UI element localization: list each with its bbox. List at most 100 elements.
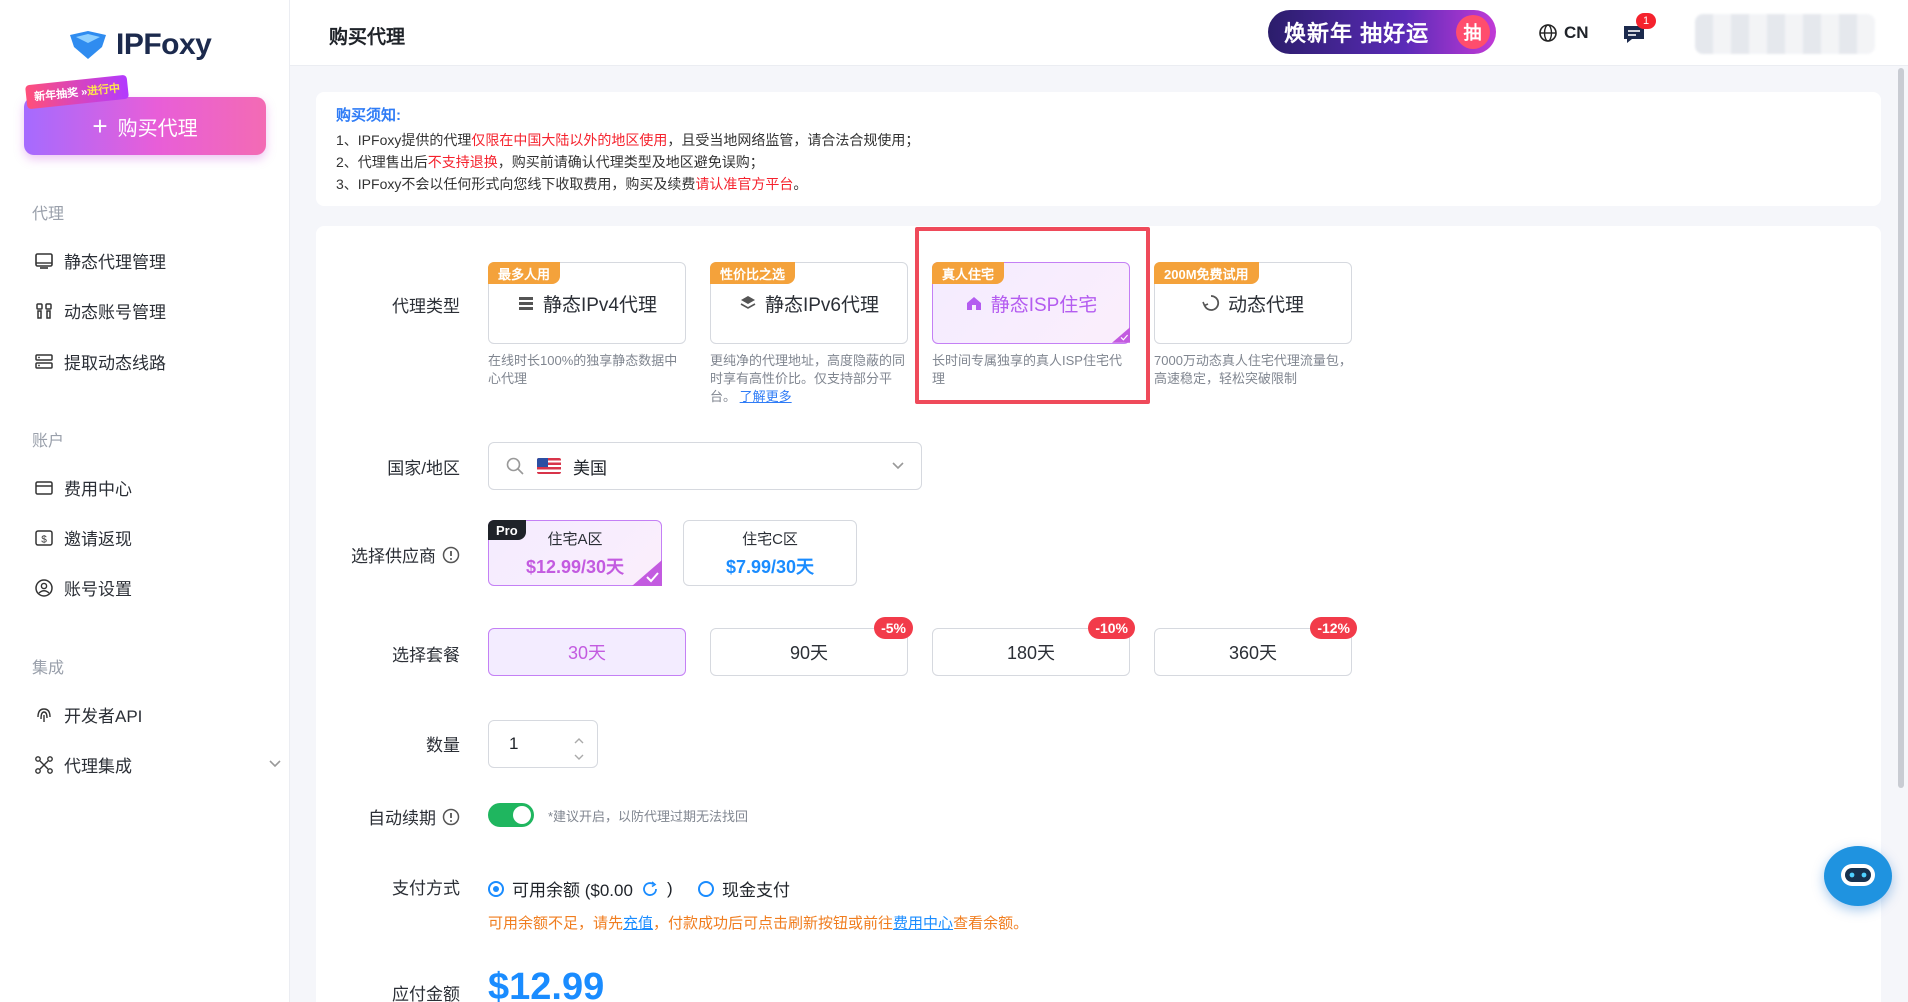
layers-icon	[740, 296, 756, 309]
type-card-isp-residential[interactable]: 真人住宅 静态ISP住宅	[932, 262, 1130, 344]
label-quantity: 数量	[426, 736, 460, 755]
message-count-badge: 1	[1636, 13, 1656, 29]
nav-item-dynamic-account[interactable]: 动态账号管理	[34, 298, 166, 323]
nav-item-label: 静态代理管理	[64, 253, 166, 272]
notice-text: 。	[793, 176, 808, 192]
country-select[interactable]: 美国	[488, 442, 922, 490]
top-header: 购买代理 焕新年 抽好运 抽 CN 1	[290, 0, 1908, 66]
chevron-up-icon[interactable]	[573, 731, 585, 744]
label-country: 国家/地区	[387, 459, 460, 478]
label-plan: 选择套餐	[392, 646, 460, 665]
info-icon[interactable]	[442, 808, 460, 826]
payment-cash-label: 现金支付	[722, 881, 790, 900]
support-chat-button[interactable]	[1824, 846, 1892, 906]
chevron-down-icon	[892, 462, 904, 470]
logo-icon	[70, 31, 106, 59]
home-icon	[966, 297, 981, 310]
label-provider: 选择供应商	[310, 542, 460, 567]
type-tag: 200M免费试用	[1154, 262, 1259, 284]
learn-more-link[interactable]: 了解更多	[740, 389, 792, 404]
chat-bot-icon	[1841, 864, 1875, 886]
auto-renew-hint: *建议开启，以防代理过期无法找回	[548, 809, 749, 824]
language-switcher[interactable]: CN	[1538, 23, 1589, 43]
nav-item-extract-lines[interactable]: 提取动态线路	[34, 349, 166, 374]
warn-text: 可用余额不足，请先	[488, 915, 624, 932]
plan-label: 90天	[789, 643, 829, 663]
label-auto-renew: 自动续期	[310, 804, 460, 829]
notice-red-text: 仅限在中国大陆以外的地区使用	[471, 132, 668, 148]
nav-item-billing[interactable]: 费用中心	[34, 475, 132, 500]
sidebar: IPFoxy 新年抽奖 » 进行中 + 购买代理 代理 静态代理管理 动态账号管…	[0, 0, 290, 1002]
promo-tag-highlight: 进行中	[86, 82, 121, 98]
country-value: 美国	[573, 458, 607, 478]
recharge-link[interactable]: 充值	[623, 915, 653, 932]
auto-renew-toggle[interactable]	[488, 803, 534, 827]
info-icon[interactable]	[442, 546, 460, 564]
purchase-notice: 购买须知: 1、IPFoxy提供的代理仅限在中国大陆以外的地区使用，且受当地网络…	[316, 92, 1881, 206]
credit-card-icon	[35, 480, 53, 495]
promo-draw-badge: 抽	[1456, 15, 1490, 49]
type-tag: 性价比之选	[710, 262, 796, 284]
globe-icon	[1539, 24, 1557, 42]
type-tag: 最多人用	[488, 262, 561, 284]
quantity-stepper[interactable]: 1	[488, 720, 598, 768]
selected-check-icon	[1112, 327, 1130, 343]
promo-tag-text: 新年抽奖 »	[33, 85, 88, 104]
label-auto-renew-text: 自动续期	[368, 809, 436, 828]
plan-label: 360天	[1228, 643, 1278, 663]
notice-text: 3、IPFoxy不会以任何形式向您线下收取费用，购买及续费	[336, 176, 696, 192]
user-icon	[35, 578, 53, 597]
nav-item-referral[interactable]: $ 邀请返现	[34, 525, 132, 550]
discount-badge: -12%	[1310, 617, 1357, 639]
quantity-value: 1	[509, 734, 519, 753]
page-scrollbar[interactable]	[1898, 68, 1904, 788]
chevron-down-icon[interactable]	[573, 747, 585, 760]
notice-text: 1、IPFoxy提供的代理	[336, 132, 472, 148]
nav-item-label: 开发者API	[64, 707, 143, 726]
nav-item-developer-api[interactable]: 开发者API	[34, 702, 142, 727]
type-desc-dynamic: 7000万动态真人住宅代理流量包，高速稳定，轻松突破限制	[1154, 353, 1352, 386]
type-desc-ipv6: 更纯净的代理地址，高度隐蔽的同时享有高性价比。仅支持部分平台。 了解更多	[710, 352, 910, 406]
type-card-label: 静态IPv6代理	[764, 294, 880, 316]
provider-price: $12.99/30天	[525, 556, 625, 577]
plan-card-180[interactable]: 180天 -10%	[932, 617, 1135, 676]
type-card-ipv6[interactable]: 性价比之选 静态IPv6代理	[710, 262, 908, 344]
logo[interactable]: IPFoxy	[68, 28, 212, 62]
refresh-icon[interactable]	[641, 880, 659, 898]
user-account-blurred[interactable]	[1695, 14, 1875, 54]
type-card-ipv4[interactable]: 最多人用 静态IPv4代理	[488, 262, 686, 344]
nav-item-proxy-integration[interactable]: 代理集成	[34, 752, 132, 777]
discount-badge: -10%	[1088, 617, 1135, 639]
search-icon	[506, 457, 524, 475]
radio-unselected[interactable]	[698, 880, 714, 897]
label-proxy-type: 代理类型	[392, 297, 460, 316]
nav-item-account-settings[interactable]: 账号设置	[34, 575, 132, 600]
radio-selected[interactable]	[488, 880, 504, 897]
warn-text: 查看余额。	[953, 915, 1029, 932]
payment-option-balance[interactable]: 可用余额 ($0.00 )	[488, 876, 673, 901]
notice-title: 购买须知:	[336, 107, 401, 124]
plan-card-30[interactable]: 30天	[488, 628, 686, 676]
notice-line-1: 1、IPFoxy提供的代理仅限在中国大陆以外的地区使用，且受当地网络监管，请合法…	[336, 129, 1861, 151]
nav-item-static-proxy[interactable]: 静态代理管理	[34, 248, 166, 273]
nav-section-proxy: 代理	[32, 206, 65, 223]
new-year-promo-banner[interactable]: 焕新年 抽好运 抽	[1268, 10, 1496, 54]
provider-card-a[interactable]: Pro 住宅A区 $12.99/30天	[488, 520, 662, 586]
plan-card-360[interactable]: 360天 -12%	[1154, 617, 1357, 676]
nav-section-account: 账户	[32, 433, 65, 450]
chevron-down-icon[interactable]	[268, 757, 282, 771]
server-icon	[518, 297, 533, 310]
notice-red-text: 请认准官方平台	[695, 176, 794, 192]
plan-card-90[interactable]: 90天 -5%	[710, 617, 913, 676]
total-amount: $12.99	[488, 966, 605, 1002]
provider-name: 住宅C区	[742, 530, 798, 548]
payment-option-cash[interactable]: 现金支付	[698, 876, 790, 901]
billing-center-link[interactable]: 费用中心	[893, 915, 953, 932]
notice-text: 2、代理售出后	[336, 154, 428, 170]
type-card-dynamic[interactable]: 200M免费试用 动态代理	[1154, 262, 1352, 344]
svg-text:$: $	[41, 534, 47, 545]
payment-balance-close: )	[666, 878, 673, 898]
provider-card-c[interactable]: 住宅C区 $7.99/30天	[683, 520, 857, 586]
warn-text: ，付款成功后可点击刷新按钮或前往	[653, 915, 894, 932]
pro-tag: Pro	[488, 520, 526, 540]
